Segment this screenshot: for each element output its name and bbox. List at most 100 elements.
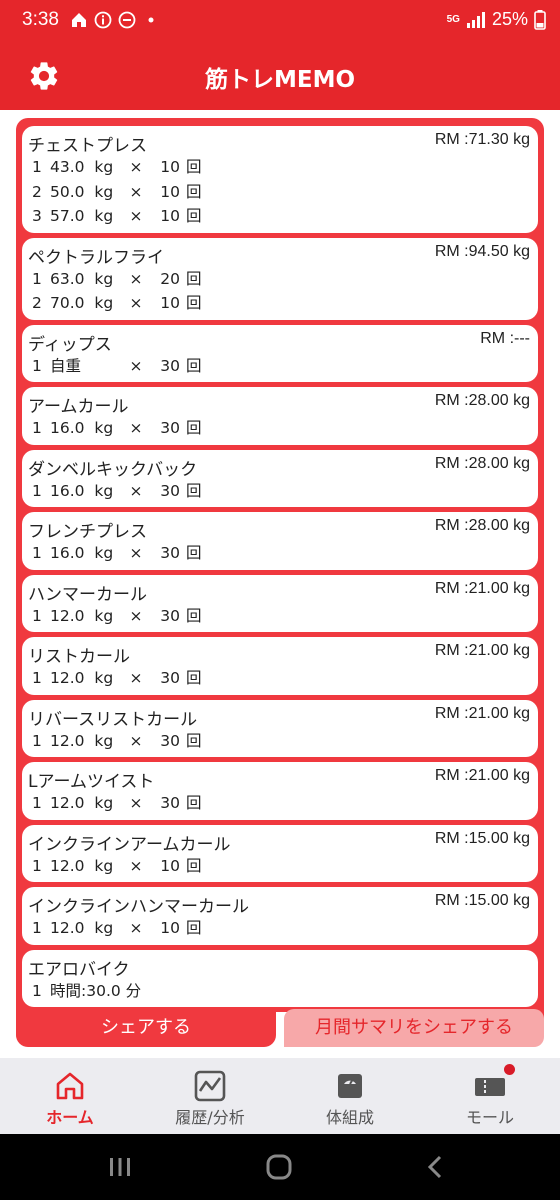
bottom-nav: ホーム 履歴/分析 体組成 モール <box>0 1058 560 1134</box>
set-times: × <box>129 356 143 375</box>
exercise-name: Lアームツイスト <box>28 772 155 792</box>
exercise-card[interactable]: エアロバイク 1 時間:30.0 分 <box>22 949 538 1007</box>
set-reps: 10 <box>160 207 180 225</box>
set-reps: 10 <box>160 158 180 176</box>
set-weight: 12.0 kg <box>50 731 114 750</box>
nav-home-label: ホーム <box>46 1108 94 1127</box>
status-time: 3:38 <box>22 9 59 30</box>
set-row: 1 16.0 kg × 30 回 <box>32 479 202 501</box>
nav-history-label: 履歴/分析 <box>175 1108 245 1127</box>
do-not-disturb-icon <box>118 11 136 29</box>
set-weight: 16.0 kg <box>50 481 114 500</box>
info-icon <box>94 11 112 29</box>
workout-panel: チェストプレス RM :71.30 kg 1 43.0 kg × 10 回 2 50.0 kg ×… <box>16 118 544 1046</box>
set-number: 1 <box>32 919 42 937</box>
set-row: 1 16.0 kg × 30 回 <box>32 416 202 438</box>
exercise-card[interactable]: Lアームツイスト RM :21.00 kg 1 12.0 kg × 30 回 <box>22 762 538 820</box>
share-monthly-summary-button[interactable]: 月間サマリをシェアする <box>284 1009 544 1047</box>
set-weight: 12.0 kg <box>50 919 114 937</box>
exercise-card[interactable]: ペクトラルフライ RM :94.50 kg 1 63.0 kg × 20 回 2 70.0 kg… <box>22 237 538 320</box>
set-unit: 回 <box>186 919 202 937</box>
set-row: 1 12.0 kg × 30 回 <box>32 604 202 626</box>
rm-value: RM :71.30 kg <box>434 131 530 148</box>
set-weight: 16.0 kg <box>50 544 114 562</box>
set-reps: 30 <box>160 481 180 500</box>
exercise-name: ダンベルキックバック <box>28 459 198 480</box>
chart-icon <box>194 1070 226 1102</box>
set-number: 1 <box>32 606 42 625</box>
nav-history[interactable]: 履歴/分析 <box>140 1058 280 1134</box>
set-row: 1 12.0 kg × 30 回 <box>32 791 202 813</box>
recent-apps-icon[interactable] <box>100 1152 140 1182</box>
status-bar: 3:38 5G 25% <box>0 0 560 44</box>
app-bar: 筋トレMEMO <box>0 44 560 110</box>
exercise-name: ペクトラルフライ <box>28 247 164 268</box>
exercise-name: エアロバイク <box>28 959 130 980</box>
set-row: 2 70.0 kg × 10 回 <box>32 291 202 313</box>
set-unit: 回 <box>186 207 202 225</box>
set-reps: 30 <box>160 794 180 812</box>
set-times: × <box>129 919 143 937</box>
set-number: 1 <box>32 981 42 1000</box>
set-row: 1 63.0 kg × 20 回 <box>32 267 202 289</box>
system-nav-bar <box>0 1134 560 1200</box>
share-button[interactable]: シェアする <box>16 1009 276 1047</box>
rm-value: RM :15.00 kg <box>434 892 530 909</box>
nav-mall-label: モール <box>465 1108 514 1127</box>
set-times: × <box>129 606 143 625</box>
set-reps: 30 <box>160 669 180 687</box>
exercise-card[interactable]: ディップス RM :--- 1 自重 × 30 回 <box>22 324 538 382</box>
exercise-card[interactable]: インクラインハンマーカール RM :15.00 kg 1 12.0 kg × 10 回 <box>22 887 538 945</box>
ticket-icon <box>475 1078 505 1096</box>
exercise-name: チェストプレス <box>28 136 147 156</box>
exercise-card[interactable]: ハンマーカール RM :21.00 kg 1 12.0 kg × 30 回 <box>22 574 538 632</box>
set-weight: 50.0 kg <box>50 182 114 201</box>
scale-icon <box>338 1074 362 1098</box>
set-row: 1 12.0 kg × 30 回 <box>32 729 202 751</box>
set-weight: 63.0 kg <box>50 269 114 288</box>
nav-home[interactable]: ホーム <box>0 1058 140 1134</box>
set-number: 1 <box>32 731 42 750</box>
exercise-card[interactable]: フレンチプレス RM :28.00 kg 1 16.0 kg × 30 回 <box>22 512 538 570</box>
exercise-name: フレンチプレス <box>28 522 147 542</box>
set-times: × <box>129 669 143 687</box>
exercise-card[interactable]: チェストプレス RM :71.30 kg 1 43.0 kg × 10 回 2 50.0 kg ×… <box>22 126 538 233</box>
set-row: 1 自重 × 30 回 <box>32 354 202 376</box>
set-times: × <box>129 269 143 288</box>
set-weight: 12.0 kg <box>50 606 114 625</box>
exercise-card[interactable]: ダンベルキックバック RM :28.00 kg 1 16.0 kg × 30 回 <box>22 449 538 507</box>
battery-icon <box>534 9 546 30</box>
set-times: × <box>129 419 143 437</box>
set-reps: 30 <box>160 419 180 437</box>
home-system-icon[interactable] <box>259 1152 299 1182</box>
set-unit: 回 <box>186 794 202 812</box>
exercise-card[interactable]: リバースリストカール RM :21.00 kg 1 12.0 kg × 30 回 <box>22 699 538 757</box>
exercise-name: リストカール <box>28 647 130 667</box>
set-reps: 30 <box>160 606 180 625</box>
back-icon[interactable] <box>416 1152 456 1182</box>
exercise-card[interactable]: インクラインアームカール RM :15.00 kg 1 12.0 kg × 10 回 <box>22 824 538 882</box>
nav-mall[interactable]: モール <box>420 1058 560 1134</box>
set-times: × <box>129 182 143 201</box>
set-reps: 10 <box>160 294 180 312</box>
exercise-card[interactable]: アームカール RM :28.00 kg 1 16.0 kg × 30 回 <box>22 387 538 445</box>
set-times: × <box>129 544 143 562</box>
rm-value: RM :21.00 kg <box>434 767 530 784</box>
set-reps: 30 <box>160 544 180 562</box>
set-weight: 70.0 kg <box>50 294 114 312</box>
set-times: × <box>129 158 143 176</box>
set-row: 2 50.0 kg × 10 回 <box>32 180 202 202</box>
nav-body-composition[interactable]: 体組成 <box>280 1058 420 1134</box>
exercise-name: ハンマーカール <box>28 584 147 605</box>
rm-value: RM :15.00 kg <box>434 829 530 847</box>
exercise-name: ディップス <box>28 334 112 355</box>
set-times: × <box>129 856 143 875</box>
set-reps: 30 <box>160 731 180 750</box>
exercise-card[interactable]: リストカール RM :21.00 kg 1 12.0 kg × 30 回 <box>22 637 538 695</box>
rm-value: RM :21.00 kg <box>434 642 530 659</box>
set-number: 1 <box>32 856 42 875</box>
set-row: 1 12.0 kg × 30 回 <box>32 666 202 688</box>
rm-value: RM :21.00 kg <box>434 704 530 722</box>
set-number: 1 <box>32 481 42 500</box>
set-times: × <box>129 481 143 500</box>
